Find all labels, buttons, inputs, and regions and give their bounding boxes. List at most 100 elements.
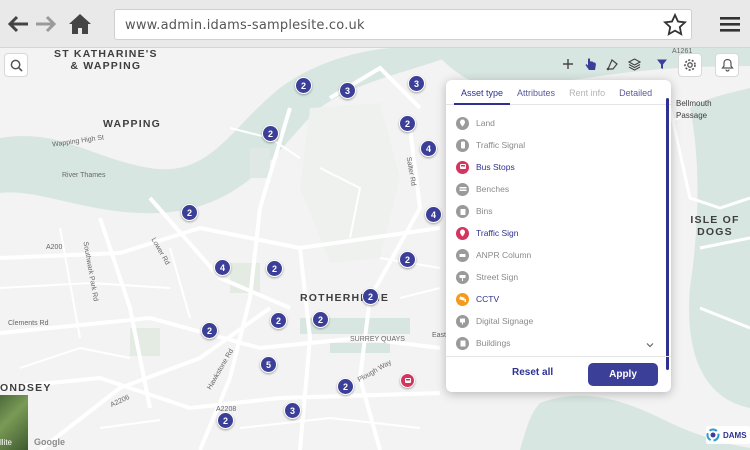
- tab-detailed[interactable]: Detailed: [612, 80, 659, 105]
- zoom-in-tool[interactable]: [558, 53, 578, 75]
- area-label-isle-of-dogs: ISLE OF DOGS: [690, 214, 740, 238]
- asset-label: ANPR Column: [476, 250, 532, 260]
- street-sign-icon: [456, 270, 469, 284]
- chevron-down-icon[interactable]: [645, 340, 655, 350]
- anpr-icon: [456, 248, 469, 262]
- asset-row-land[interactable]: Land: [446, 112, 666, 134]
- bench-icon: [456, 182, 469, 196]
- asset-row-buildings[interactable]: Buildings: [446, 332, 666, 354]
- cluster-marker[interactable]: 2: [262, 125, 279, 142]
- asset-label: Land: [476, 118, 495, 128]
- cctv-icon: [456, 292, 469, 306]
- street-label: River Thames: [62, 172, 106, 179]
- filter-icon: [657, 59, 667, 69]
- cluster-marker[interactable]: 4: [420, 140, 437, 157]
- cluster-marker[interactable]: 3: [339, 82, 356, 99]
- address-bar[interactable]: www.admin.idams-samplesite.co.uk: [114, 9, 692, 40]
- gear-icon: [684, 59, 696, 71]
- street-label: SURREY QUAYS: [350, 336, 405, 343]
- back-button[interactable]: [4, 10, 32, 38]
- cluster-marker[interactable]: 4: [425, 206, 442, 223]
- asset-row-benches[interactable]: Benches: [446, 178, 666, 200]
- digital-sign-icon: [456, 314, 469, 328]
- bus-stop-marker[interactable]: [400, 373, 415, 388]
- map-search-button[interactable]: [4, 53, 28, 77]
- cluster-marker[interactable]: 2: [295, 77, 312, 94]
- asset-label: Bus Stops: [476, 162, 515, 172]
- asset-row-traffic-signal[interactable]: Traffic Signal: [446, 134, 666, 156]
- settings-button[interactable]: [678, 53, 702, 77]
- reset-all-button[interactable]: Reset all: [512, 367, 553, 378]
- menu-button[interactable]: [716, 10, 744, 38]
- hand-pointer-icon: [585, 58, 596, 70]
- arrow-left-icon: [7, 15, 28, 33]
- asset-row-anpr-column[interactable]: ANPR Column: [446, 244, 666, 266]
- cluster-marker[interactable]: 2: [399, 251, 416, 268]
- cluster-marker[interactable]: 2: [399, 115, 416, 132]
- layers-icon: [627, 57, 641, 71]
- star-icon[interactable]: [663, 13, 687, 37]
- asset-row-bus-stops[interactable]: Bus Stops: [446, 156, 666, 178]
- building-icon: [456, 336, 469, 350]
- cluster-marker[interactable]: 2: [362, 288, 379, 305]
- search-icon: [10, 59, 23, 72]
- notifications-button[interactable]: [715, 53, 739, 77]
- google-logo: Google: [34, 437, 65, 447]
- home-icon: [69, 14, 91, 34]
- tab-asset-type[interactable]: Asset type: [454, 80, 511, 105]
- map-toolbar: [558, 53, 674, 77]
- panel-divider: [446, 356, 671, 357]
- cluster-marker[interactable]: 2: [181, 204, 198, 221]
- cluster-marker[interactable]: 2: [337, 378, 354, 395]
- cluster-marker[interactable]: 3: [284, 402, 301, 419]
- cluster-marker[interactable]: 2: [312, 311, 329, 328]
- plus-icon: [563, 59, 573, 69]
- tab-attributes[interactable]: Attributes: [510, 80, 562, 105]
- panel-scrollbar[interactable]: [666, 98, 669, 370]
- traffic-signal-icon: [456, 138, 469, 152]
- asset-label: Benches: [476, 184, 510, 194]
- asset-row-cctv[interactable]: CCTV: [446, 288, 666, 310]
- asset-label: Buildings: [476, 338, 511, 348]
- cluster-marker[interactable]: 2: [217, 412, 234, 429]
- dams-logo-icon: [706, 428, 720, 442]
- asset-row-digital-signage[interactable]: Digital Signage: [446, 310, 666, 332]
- bus-icon: [456, 160, 469, 174]
- cluster-marker[interactable]: 2: [270, 312, 287, 329]
- browser-bar: www.admin.idams-samplesite.co.uk: [0, 0, 750, 48]
- bin-icon: [456, 204, 469, 218]
- street-label: Clements Rd: [8, 320, 49, 327]
- filter-tabs: Asset type Attributes Rent info Detailed: [446, 80, 671, 105]
- select-tool[interactable]: [580, 53, 600, 75]
- asset-row-bins[interactable]: Bins: [446, 200, 666, 222]
- draw-tool[interactable]: [602, 53, 622, 75]
- layers-tool[interactable]: [624, 53, 644, 75]
- area-label-bellmouth: Bellmouth Passage: [676, 99, 712, 120]
- area-label-wapping: WAPPING: [103, 118, 161, 130]
- forward-button[interactable]: [32, 10, 60, 38]
- asset-label: CCTV: [476, 294, 500, 304]
- bus-icon: [404, 377, 411, 383]
- street-label: A200: [46, 244, 63, 251]
- pin-icon: [456, 116, 469, 130]
- draw-icon: [606, 58, 618, 70]
- tab-rent-info[interactable]: Rent info: [562, 80, 612, 105]
- filter-panel: Asset type Attributes Rent info Detailed…: [446, 80, 671, 392]
- asset-row-traffic-sign[interactable]: Traffic Sign: [446, 222, 666, 244]
- home-button[interactable]: [66, 10, 94, 38]
- cluster-marker[interactable]: 2: [266, 260, 283, 277]
- asset-row-street-sign[interactable]: Street Sign: [446, 266, 666, 288]
- filter-tool[interactable]: [652, 53, 672, 75]
- asset-label: Traffic Signal: [476, 140, 526, 150]
- cluster-marker[interactable]: 3: [408, 75, 425, 92]
- satellite-label: llite: [0, 438, 13, 447]
- bell-icon: [720, 58, 734, 72]
- sign-pin-icon: [456, 226, 469, 240]
- cluster-marker[interactable]: 2: [201, 322, 218, 339]
- dams-logo-text: DAMS: [723, 430, 747, 440]
- url-text: www.admin.idams-samplesite.co.uk: [125, 18, 365, 33]
- cluster-marker[interactable]: 5: [260, 356, 277, 373]
- arrow-right-icon: [36, 15, 57, 33]
- cluster-marker[interactable]: 4: [214, 259, 231, 276]
- apply-button[interactable]: Apply: [588, 363, 658, 386]
